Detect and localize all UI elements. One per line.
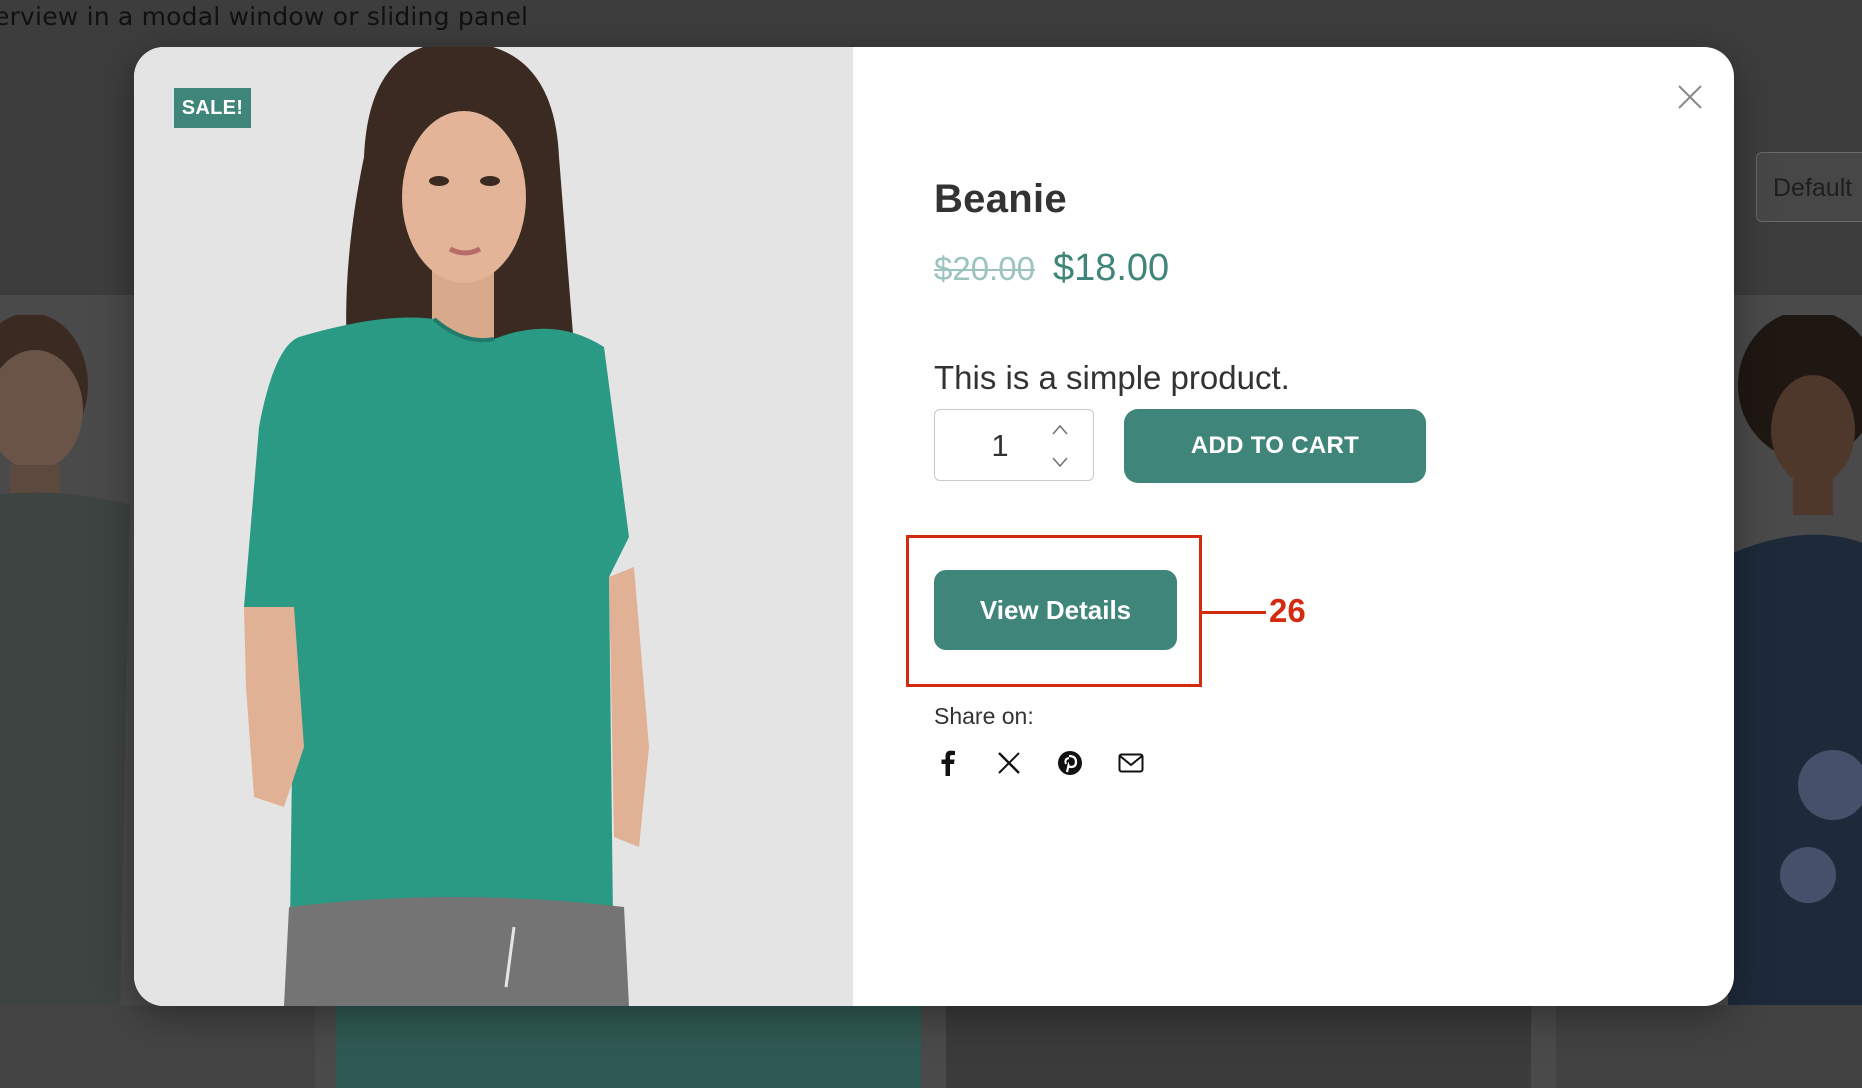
product-title: Beanie (934, 177, 1067, 221)
background-tile-2 (336, 1005, 921, 1088)
close-button[interactable] (1670, 77, 1710, 117)
quantity-stepper[interactable]: 1 (934, 409, 1094, 481)
pinterest-icon[interactable] (1056, 749, 1084, 777)
quick-view-modal: SALE! Beanie $20.00 $18.00 This is a sim… (134, 47, 1734, 1006)
background-tile-4 (1556, 1005, 1862, 1088)
share-icons (934, 749, 1178, 777)
background-caption: erview in a modal window or sliding pane… (0, 2, 529, 31)
email-icon[interactable] (1117, 749, 1145, 777)
share-label: Share on: (934, 703, 1034, 729)
annotation-callout-line (1202, 611, 1266, 614)
background-tile-3 (946, 1005, 1531, 1088)
sale-badge: SALE! (174, 88, 251, 128)
product-price: $20.00 $18.00 (934, 247, 1169, 290)
quantity-value[interactable]: 1 (980, 410, 1020, 482)
sale-price: $18.00 (1052, 247, 1170, 289)
product-photo-illustration (134, 47, 853, 1006)
product-image: SALE! (134, 47, 853, 1006)
view-details-button[interactable]: View Details (934, 570, 1177, 650)
background-model-left (0, 315, 130, 1015)
background-tile-1 (0, 1005, 315, 1088)
x-icon[interactable] (995, 749, 1023, 777)
chevron-up-icon[interactable] (1051, 422, 1069, 438)
sort-select[interactable]: Default (1756, 152, 1862, 222)
background-model-right (1728, 315, 1862, 1015)
close-icon (1678, 85, 1702, 109)
product-description: This is a simple product. (934, 359, 1290, 396)
chevron-down-icon[interactable] (1051, 454, 1069, 470)
add-to-cart-button[interactable]: ADD TO CART (1124, 409, 1426, 483)
facebook-icon[interactable] (934, 749, 962, 777)
original-price: $20.00 (934, 250, 1035, 287)
annotation-number: 26 (1269, 592, 1306, 629)
